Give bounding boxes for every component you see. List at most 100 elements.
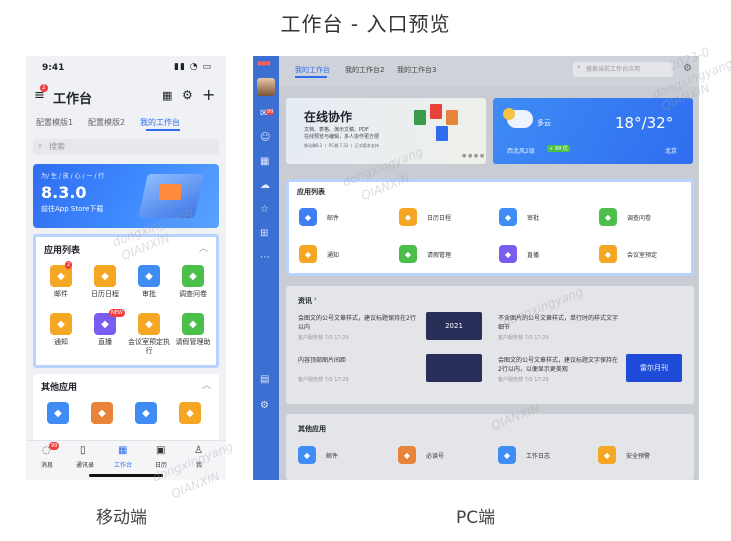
app-icon[interactable]: ◆ [399, 208, 417, 226]
tab-underline [146, 129, 180, 131]
tab-my-workbench[interactable]: 我的工作台 [140, 117, 180, 128]
pc-tab-my-workbench-3[interactable]: 我的工作台3 [397, 65, 436, 75]
app-icon[interactable]: ◆ [299, 208, 317, 226]
weather-city[interactable]: 北京 [665, 146, 677, 155]
app-icon[interactable]: ◆ [47, 402, 69, 424]
news-thumbnail[interactable] [426, 354, 482, 382]
news-title[interactable]: 不含图片的公号文章样式，单行时的样式文字细节 [498, 314, 618, 332]
rail-icon[interactable]: ☁ [260, 180, 270, 191]
app-icon[interactable]: ◆ [50, 313, 72, 335]
add-icon[interactable]: + [202, 85, 215, 104]
app-icon[interactable]: ◆ [598, 446, 616, 464]
nav-label[interactable]: 消息 [32, 460, 62, 469]
app-icon[interactable]: ◆ [138, 313, 160, 335]
app-icon[interactable]: ◆ [399, 245, 417, 263]
nav-icon[interactable]: ▣ [156, 445, 165, 456]
pc-preview: ●●● ✉ ☺ ▦ ☁ ☆ ⊞ ⋯ ▤ ⚙ 99 我的工作台 我的工作台2 我的工作台3 搜索当… [253, 56, 699, 480]
pdf-icon [430, 104, 442, 119]
app-label[interactable]: 邮件 [327, 213, 339, 222]
app-icon[interactable]: ◆ [499, 208, 517, 226]
pc-tab-underline [295, 76, 327, 78]
mobile-banner[interactable]: 为/ 生 / 放 / 心 / 一 / 行 8.3.0 前往App Store下载 [33, 164, 219, 228]
mobile-app-list: 应用列表 ︿ ◆ 2 邮件 ◆ 日历日程 ◆ 审批 ◆ 调查问卷 ◆ 通知 ◆ NEW 直播 ◆ 会议室预定执… [33, 234, 219, 368]
news-title[interactable]: 会图文的公号文章样式，建议标题保持在2行以内 [298, 314, 418, 332]
rail-icon[interactable]: ⊞ [260, 228, 268, 239]
rail-icon[interactable]: ⋯ [260, 252, 270, 263]
app-label[interactable]: 直播 [527, 250, 539, 259]
app-label[interactable]: 邮件 [326, 451, 338, 460]
nav-label[interactable]: 日历 [146, 460, 176, 469]
tab-template-2[interactable]: 配置模版2 [88, 117, 125, 128]
pc-search-input[interactable]: 搜索当前工作台应用 [573, 62, 673, 77]
app-icon[interactable]: ◆ [138, 265, 160, 287]
banner-subtitle: 前往App Store下载 [41, 205, 104, 213]
pc-tab-my-workbench-2[interactable]: 我的工作台2 [345, 65, 384, 75]
nav-icon[interactable]: ▯ [80, 445, 86, 456]
pc-tab-my-workbench[interactable]: 我的工作台 [295, 65, 330, 75]
app-icon[interactable]: ◆ [498, 446, 516, 464]
settings-icon[interactable]: ⚙ [182, 88, 193, 102]
rail-icon[interactable]: ☺ [260, 132, 270, 143]
app-icon[interactable]: ◆ [91, 402, 113, 424]
app-icon[interactable]: ◆ [94, 265, 116, 287]
collapse-icon[interactable]: ︿ [199, 241, 208, 254]
nav-label[interactable]: 我 [184, 460, 214, 469]
banner-illustration-block [159, 184, 181, 200]
app-label[interactable]: 通知 [327, 250, 339, 259]
collapse-icon[interactable]: ︿ [202, 378, 211, 391]
mobile-search-input[interactable]: 搜索 [33, 139, 219, 155]
app-label[interactable]: 日历日程 [427, 213, 451, 222]
app-icon[interactable]: ◆ [398, 446, 416, 464]
tab-template-1[interactable]: 配置模版1 [36, 117, 73, 128]
app-icon[interactable]: ◆ [179, 402, 201, 424]
weather-wind: 西北风2级 [507, 148, 535, 155]
ppt-icon [446, 110, 458, 125]
app-label[interactable]: 审批 [527, 213, 539, 222]
mobile-app-list-title: 应用列表 [44, 246, 81, 256]
news-title[interactable]: 会图文的公号文章样式，建议标题文字保持在2行以内，以便显示更美观 [498, 356, 618, 374]
window-controls[interactable]: ●●● [257, 60, 271, 67]
app-label[interactable]: 调查问卷 [627, 213, 651, 222]
nav-label[interactable]: 通讯录 [70, 460, 100, 469]
rail-badge: 99 [266, 109, 275, 115]
nav-icon[interactable]: ▦ [118, 445, 127, 456]
app-icon[interactable]: ◆ [135, 402, 157, 424]
avatar[interactable] [257, 78, 275, 96]
app-label[interactable]: 工作日志 [526, 451, 550, 460]
pc-news-title[interactable]: 资讯 [298, 296, 312, 306]
qrcode-icon[interactable]: ▦ [162, 89, 172, 102]
app-icon[interactable]: ◆ [499, 245, 517, 263]
search-icon: ⌕ [38, 141, 43, 150]
news-title[interactable]: 内容顶部图片间距 [298, 356, 418, 365]
chevron-right-icon[interactable]: › [314, 295, 317, 303]
pc-banner-title: 在线协作 [304, 110, 353, 124]
app-icon[interactable]: ◆ [182, 313, 204, 335]
rail-icon[interactable]: ▤ [260, 374, 269, 385]
weather-aqi: + 99 优 [547, 145, 570, 152]
app-label: 会议室预定执行 [128, 338, 170, 355]
news-thumbnail[interactable]: 2021 [426, 312, 482, 340]
menu-badge: 2 [40, 84, 48, 92]
app-label[interactable]: 安全预警 [626, 451, 650, 460]
app-label[interactable]: 请假管理 [427, 250, 451, 259]
news-meta: 客户服务部 7/5 17:29 [498, 335, 549, 341]
status-icons: ▮▮ ◔ ▭ [174, 62, 212, 72]
app-label[interactable]: 必读号 [426, 451, 444, 460]
pc-weather-card[interactable]: 多云 18°/32° 西北风2级 + 99 优 北京 [493, 98, 693, 164]
rail-icon[interactable]: ▦ [260, 156, 269, 167]
news-thumbnail[interactable]: 雷尔月刊 [626, 354, 682, 382]
app-icon[interactable]: ◆ [599, 245, 617, 263]
pc-banner[interactable]: 在线协作 文档、表格、演示文稿、PDF 在线预览与编辑，多人协作更方便 移动端8… [286, 98, 486, 164]
carousel-dots[interactable]: ● ● ● ● [462, 153, 484, 159]
app-label[interactable]: 会议室预定 [627, 250, 657, 259]
settings-icon[interactable]: ⚙ [683, 63, 692, 74]
rail-icon[interactable]: ⚙ [260, 400, 269, 411]
app-icon[interactable]: ◆ [299, 245, 317, 263]
app-icon[interactable]: ◆ [298, 446, 316, 464]
nav-icon[interactable]: ♙ [194, 445, 203, 456]
rail-icon[interactable]: ☆ [260, 204, 269, 215]
app-label: 日历日程 [91, 290, 119, 298]
app-icon[interactable]: ◆ [182, 265, 204, 287]
nav-label[interactable]: 工作台 [108, 460, 138, 469]
app-icon[interactable]: ◆ [599, 208, 617, 226]
